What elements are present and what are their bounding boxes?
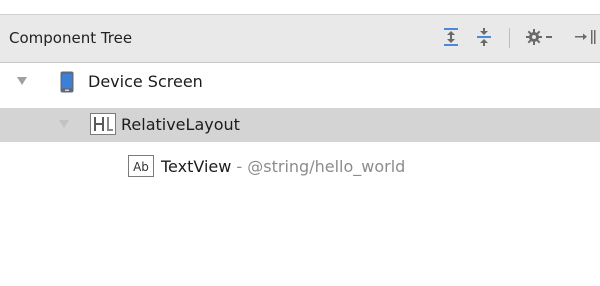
textview-separator: - (231, 157, 248, 176)
top-strip (0, 0, 600, 15)
expand-all-icon[interactable] (440, 25, 462, 49)
tree-row-relativelayout[interactable]: RelativeLayout (0, 108, 600, 142)
panel-title: Component Tree (9, 29, 133, 47)
textview-string-reference: @string/hello_world (247, 157, 406, 176)
textview-ab-icon: Ab (128, 155, 154, 181)
tree-row-device-screen[interactable]: Device Screen (0, 65, 600, 99)
toolbar-separator (509, 28, 510, 48)
tree-row-textview[interactable]: Ab TextView - @string/hello_world (0, 150, 600, 184)
expand-arrow-icon[interactable] (59, 120, 69, 128)
expand-arrow-icon[interactable] (17, 77, 27, 85)
relative-layout-icon (90, 113, 116, 139)
gear-dropdown-icon[interactable] (523, 25, 557, 49)
tree-label-textview: TextView - @string/hello_world (161, 157, 405, 176)
tree-label-relativelayout: RelativeLayout (121, 115, 240, 134)
textview-name: TextView (161, 157, 232, 176)
collapse-all-icon[interactable] (473, 25, 495, 49)
device-phone-icon (60, 71, 74, 97)
component-tree-header: Component Tree (0, 15, 600, 63)
hide-panel-icon[interactable] (572, 25, 600, 49)
tree-label-device-screen: Device Screen (88, 72, 203, 91)
svg-text:Ab: Ab (133, 160, 149, 174)
